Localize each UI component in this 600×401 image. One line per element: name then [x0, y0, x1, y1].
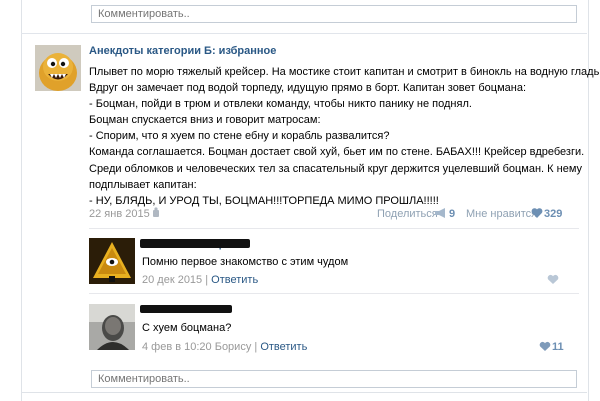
post-date-link[interactable]: 22 янв 2015	[89, 208, 150, 220]
post-line: - НУ, БЛЯДЬ, И УРОД ТЫ, БОЦМАН!!!ТОРПЕДА…	[89, 194, 439, 207]
post-line: - Спорим, что я хуем по стене ебну и кор…	[89, 130, 390, 143]
comment-like-count: 11	[552, 341, 564, 353]
comment-input-bottom[interactable]	[91, 370, 577, 388]
megaphone-icon	[435, 208, 445, 218]
post-text: Плывет по морю тяжелый крейсер. На мости…	[89, 64, 600, 209]
like-button[interactable]: Мне нравится	[466, 208, 537, 220]
reply-button[interactable]: Ответить	[211, 274, 258, 286]
heart-icon[interactable]	[531, 207, 543, 219]
post-line: Боцман спускается вниз и говорит матроса…	[89, 114, 321, 127]
post-line: Плывет по морю тяжелый крейсер. На мости…	[89, 66, 600, 78]
divider	[21, 33, 587, 34]
redaction-mark	[140, 305, 232, 313]
comment-input-top[interactable]	[91, 5, 577, 23]
heart-icon[interactable]	[547, 274, 559, 285]
comment-meta: 4 фев в 10:20 Борису | Ответить	[142, 341, 307, 353]
comment-text: Помню первое знакомство с этим чудом	[142, 256, 349, 268]
post-line: - Боцман, пойди в трюм и отвлеки команду…	[89, 98, 472, 111]
comment-date-link[interactable]: 4 фев в 10:20 Борису	[142, 341, 251, 353]
commenter-avatar[interactable]	[89, 238, 135, 284]
post-line: Команда соглашается. Боцман достает свой…	[89, 146, 585, 159]
post-line: Среди обломков и человеческих тел за спа…	[89, 162, 583, 175]
comment-meta: 20 дек 2015 | Ответить	[142, 274, 258, 286]
commenter-avatar[interactable]	[89, 304, 135, 350]
community-avatar[interactable]	[35, 45, 81, 91]
post-line: подплывает капитан:	[89, 178, 197, 191]
heart-icon[interactable]	[539, 341, 551, 352]
comment-text: С хуем боцмана?	[142, 322, 232, 334]
redaction-mark	[140, 239, 250, 248]
divider	[89, 228, 579, 229]
divider	[89, 293, 579, 294]
comment-date-link[interactable]: 20 дек 2015	[142, 274, 202, 286]
share-button[interactable]: Поделиться	[377, 208, 438, 220]
post-author-link[interactable]: Анекдоты категории Б: избранное	[89, 45, 276, 57]
post-line: Вдруг он замечает под водой торпеду, иду…	[89, 82, 527, 95]
divider	[21, 392, 587, 393]
share-count: 9	[449, 208, 456, 220]
attachment-icon	[153, 207, 159, 217]
like-count: 329	[544, 208, 563, 220]
reply-button[interactable]: Ответить	[260, 341, 307, 353]
